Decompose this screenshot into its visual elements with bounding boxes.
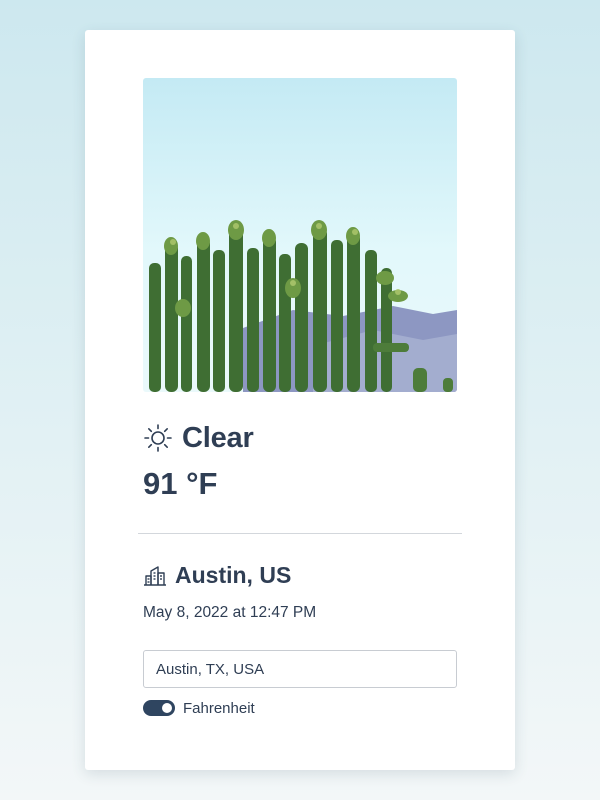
date-time: May 8, 2022 at 12:47 PM bbox=[143, 604, 317, 621]
divider bbox=[138, 533, 462, 534]
toggle-label: Fahrenheit bbox=[183, 699, 255, 717]
sun-icon bbox=[143, 423, 173, 453]
weather-photo bbox=[143, 78, 457, 392]
city-buildings-icon bbox=[143, 563, 167, 587]
temperature-value: 91 °F bbox=[143, 466, 218, 501]
location-search-input[interactable] bbox=[143, 650, 457, 688]
location-heading: Austin, US bbox=[143, 560, 291, 590]
condition-label: Clear bbox=[182, 421, 254, 454]
weather-card: Clear 91 °F Austin, US May 8, 2022 at 12… bbox=[85, 30, 515, 770]
fahrenheit-toggle[interactable] bbox=[143, 700, 175, 716]
location-name: Austin, US bbox=[175, 561, 292, 588]
weather-condition: Clear bbox=[143, 420, 254, 456]
units-toggle-row: Fahrenheit bbox=[143, 698, 255, 718]
toggle-knob bbox=[162, 703, 172, 713]
